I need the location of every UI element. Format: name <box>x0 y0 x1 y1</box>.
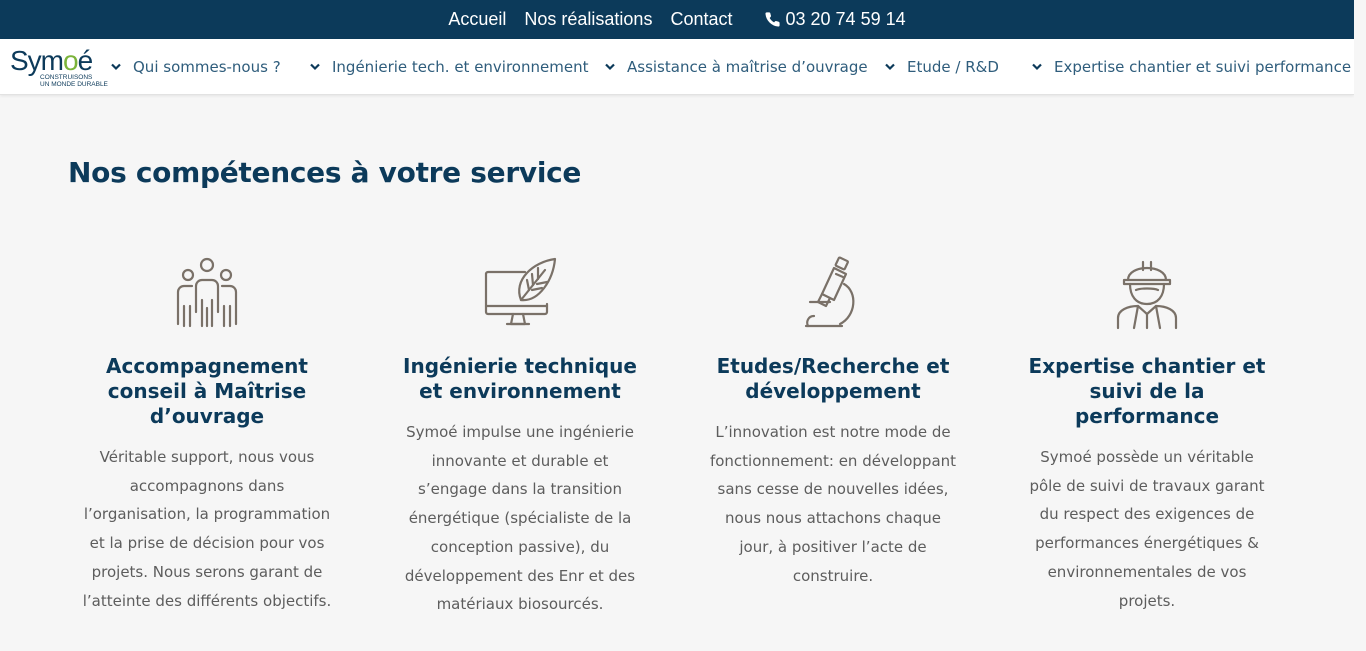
phone-icon <box>764 12 780 27</box>
service-description: L’innovation est notre mode de fonctionn… <box>709 423 957 585</box>
service-title: Expertise chantier et suivi de la perfor… <box>1028 354 1266 428</box>
logo-tagline-2: UN MONDE DURABLE <box>40 81 108 88</box>
service-card-expertise: Expertise chantier et suivi de la perfor… <box>1016 256 1278 615</box>
top-bar: Accueil Nos réalisations Contact 03 20 7… <box>0 0 1354 39</box>
worker-helmet-icon <box>1116 260 1178 330</box>
menu-item-qui-sommes-nous[interactable]: Qui sommes-nous ? <box>111 39 281 95</box>
service-card-ingenierie: Ingénierie technique et environnement Sy… <box>389 256 651 619</box>
menu-item-label: Assistance à maîtrise d’ouvrage <box>627 58 868 76</box>
service-title: Ingénierie technique et environnement <box>403 354 637 403</box>
chevron-down-icon <box>1032 63 1042 71</box>
menu-item-label: Qui sommes-nous ? <box>133 58 281 76</box>
service-description: Symoé possède un véritable pôle de suivi… <box>1029 448 1265 610</box>
microscope-icon <box>804 256 855 328</box>
chevron-down-icon <box>111 63 121 71</box>
chevron-down-icon <box>605 63 615 71</box>
section-title: Nos compétences à votre service <box>68 156 582 189</box>
phone-number: 03 20 74 59 14 <box>785 9 906 29</box>
menu-item-expertise[interactable]: Expertise chantier et suivi performance <box>1032 39 1351 95</box>
logo-tagline-1: CONSTRUISONS <box>40 74 93 81</box>
nav-link-realisations[interactable]: Nos réalisations <box>515 9 661 30</box>
service-card-moa: Accompagnement conseil à Maîtrise d’ouvr… <box>76 256 338 615</box>
main-navigation: Symoé CONSTRUISONS UN MONDE DURABLE Qui … <box>0 39 1354 95</box>
monitor-leaf-icon <box>484 257 557 326</box>
nav-link-contact[interactable]: Contact <box>661 9 741 30</box>
service-title: Etudes/Recherche et développement <box>716 354 950 403</box>
chevron-down-icon <box>885 63 895 71</box>
menu-item-etude-rd[interactable]: Etude / R&D <box>885 39 999 95</box>
phone-link[interactable]: 03 20 74 59 14 <box>742 9 915 30</box>
menu-item-label: Expertise chantier et suivi performance <box>1054 58 1352 76</box>
menu-item-assistance[interactable]: Assistance à maîtrise d’ouvrage <box>605 39 868 95</box>
service-title: Accompagnement conseil à Maîtrise d’ouvr… <box>106 354 308 428</box>
service-description: Véritable support, nous vous accompagnon… <box>82 448 332 610</box>
menu-item-label: Ingénierie tech. et environnement <box>332 58 589 76</box>
menu-item-label: Etude / R&D <box>907 58 999 76</box>
service-card-rd: Etudes/Recherche et développement L’inno… <box>702 256 964 590</box>
menu-item-ingenierie[interactable]: Ingénierie tech. et environnement <box>310 39 588 95</box>
logo-wordmark: Symoé <box>10 45 93 76</box>
service-description: Symoé impulse une ingénierie innovante e… <box>404 423 636 614</box>
nav-link-accueil[interactable]: Accueil <box>439 9 515 30</box>
scrollbar-track[interactable] <box>1354 0 1366 651</box>
symoe-logo[interactable]: Symoé CONSTRUISONS UN MONDE DURABLE <box>10 45 108 90</box>
team-icon <box>176 257 238 328</box>
chevron-down-icon <box>310 63 320 71</box>
